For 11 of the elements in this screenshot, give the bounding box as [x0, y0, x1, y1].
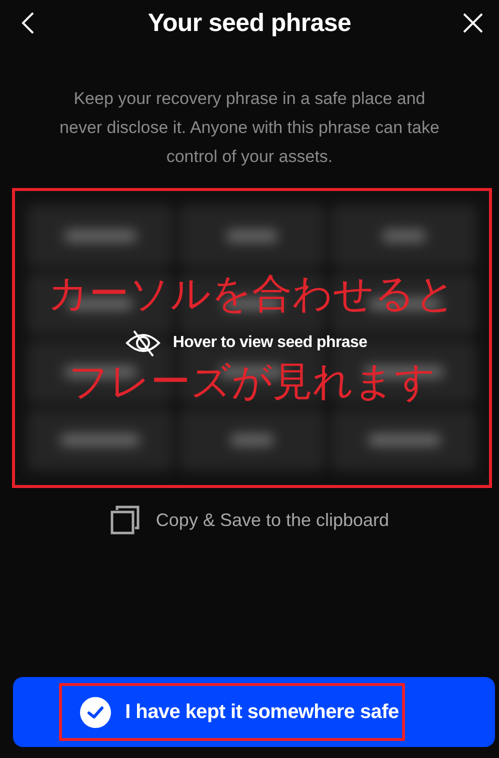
confirm-button[interactable]: I have kept it somewhere safe: [13, 677, 495, 747]
close-button[interactable]: [461, 11, 485, 35]
eye-slash-icon: [124, 329, 161, 357]
description-text: Keep your recovery phrase in a safe place and never disclose it. Anyone with this phrase can take control of your assets.: [58, 88, 440, 168]
blurred-seed-phrase-panel[interactable]: カーソルを合わせると Hover to view seed phrase フレーズが見れます: [12, 188, 492, 488]
copy-button[interactable]: Copy & Save to the clipboard: [110, 505, 390, 535]
annotation-text: フレーズが見れます: [68, 359, 436, 406]
copy-icon: [110, 505, 140, 535]
window-title: Your seed phrase: [148, 8, 352, 38]
annotation-text: カーソルを合わせると: [48, 271, 456, 318]
hover-hint: Hover to view seed phrase: [172, 334, 368, 352]
